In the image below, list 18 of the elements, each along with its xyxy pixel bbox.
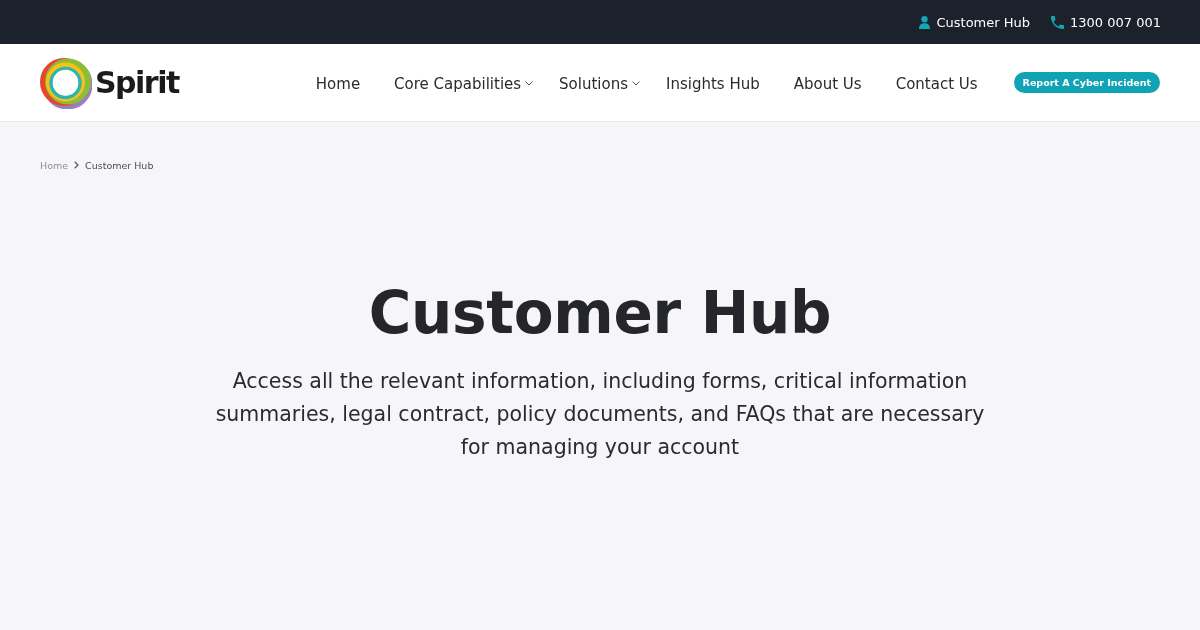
- chevron-icon: [74, 161, 80, 169]
- person-icon: [919, 15, 931, 29]
- nav-dropdown[interactable]: Core Capabilities: [394, 72, 534, 93]
- page-title: Customer Hub: [368, 279, 832, 347]
- nav-link[interactable]: About Us: [793, 72, 862, 93]
- page-description: Access all the relevant information, including forms, critical information summaries, legal contract, policy documents, and FAQs that are necessary for managing your account: [214, 368, 986, 461]
- nav-link[interactable]: Home: [315, 72, 361, 93]
- phone-link[interactable]: 1300 007 001: [1051, 14, 1161, 30]
- caret-icon: [525, 81, 534, 86]
- nav-dropdown[interactable]: Solutions: [559, 72, 640, 93]
- phone-icon: [1051, 15, 1064, 29]
- caret-icon: [632, 81, 640, 86]
- breadcrumb-current: Customer Hub: [85, 159, 154, 171]
- nav-link[interactable]: Insights Hub: [666, 72, 760, 93]
- logo[interactable]: Spirit: [40, 56, 179, 109]
- logo-rings-icon: [40, 56, 92, 109]
- account-link[interactable]: Customer Hub: [919, 14, 1030, 30]
- nav-link[interactable]: Contact Us: [895, 72, 978, 93]
